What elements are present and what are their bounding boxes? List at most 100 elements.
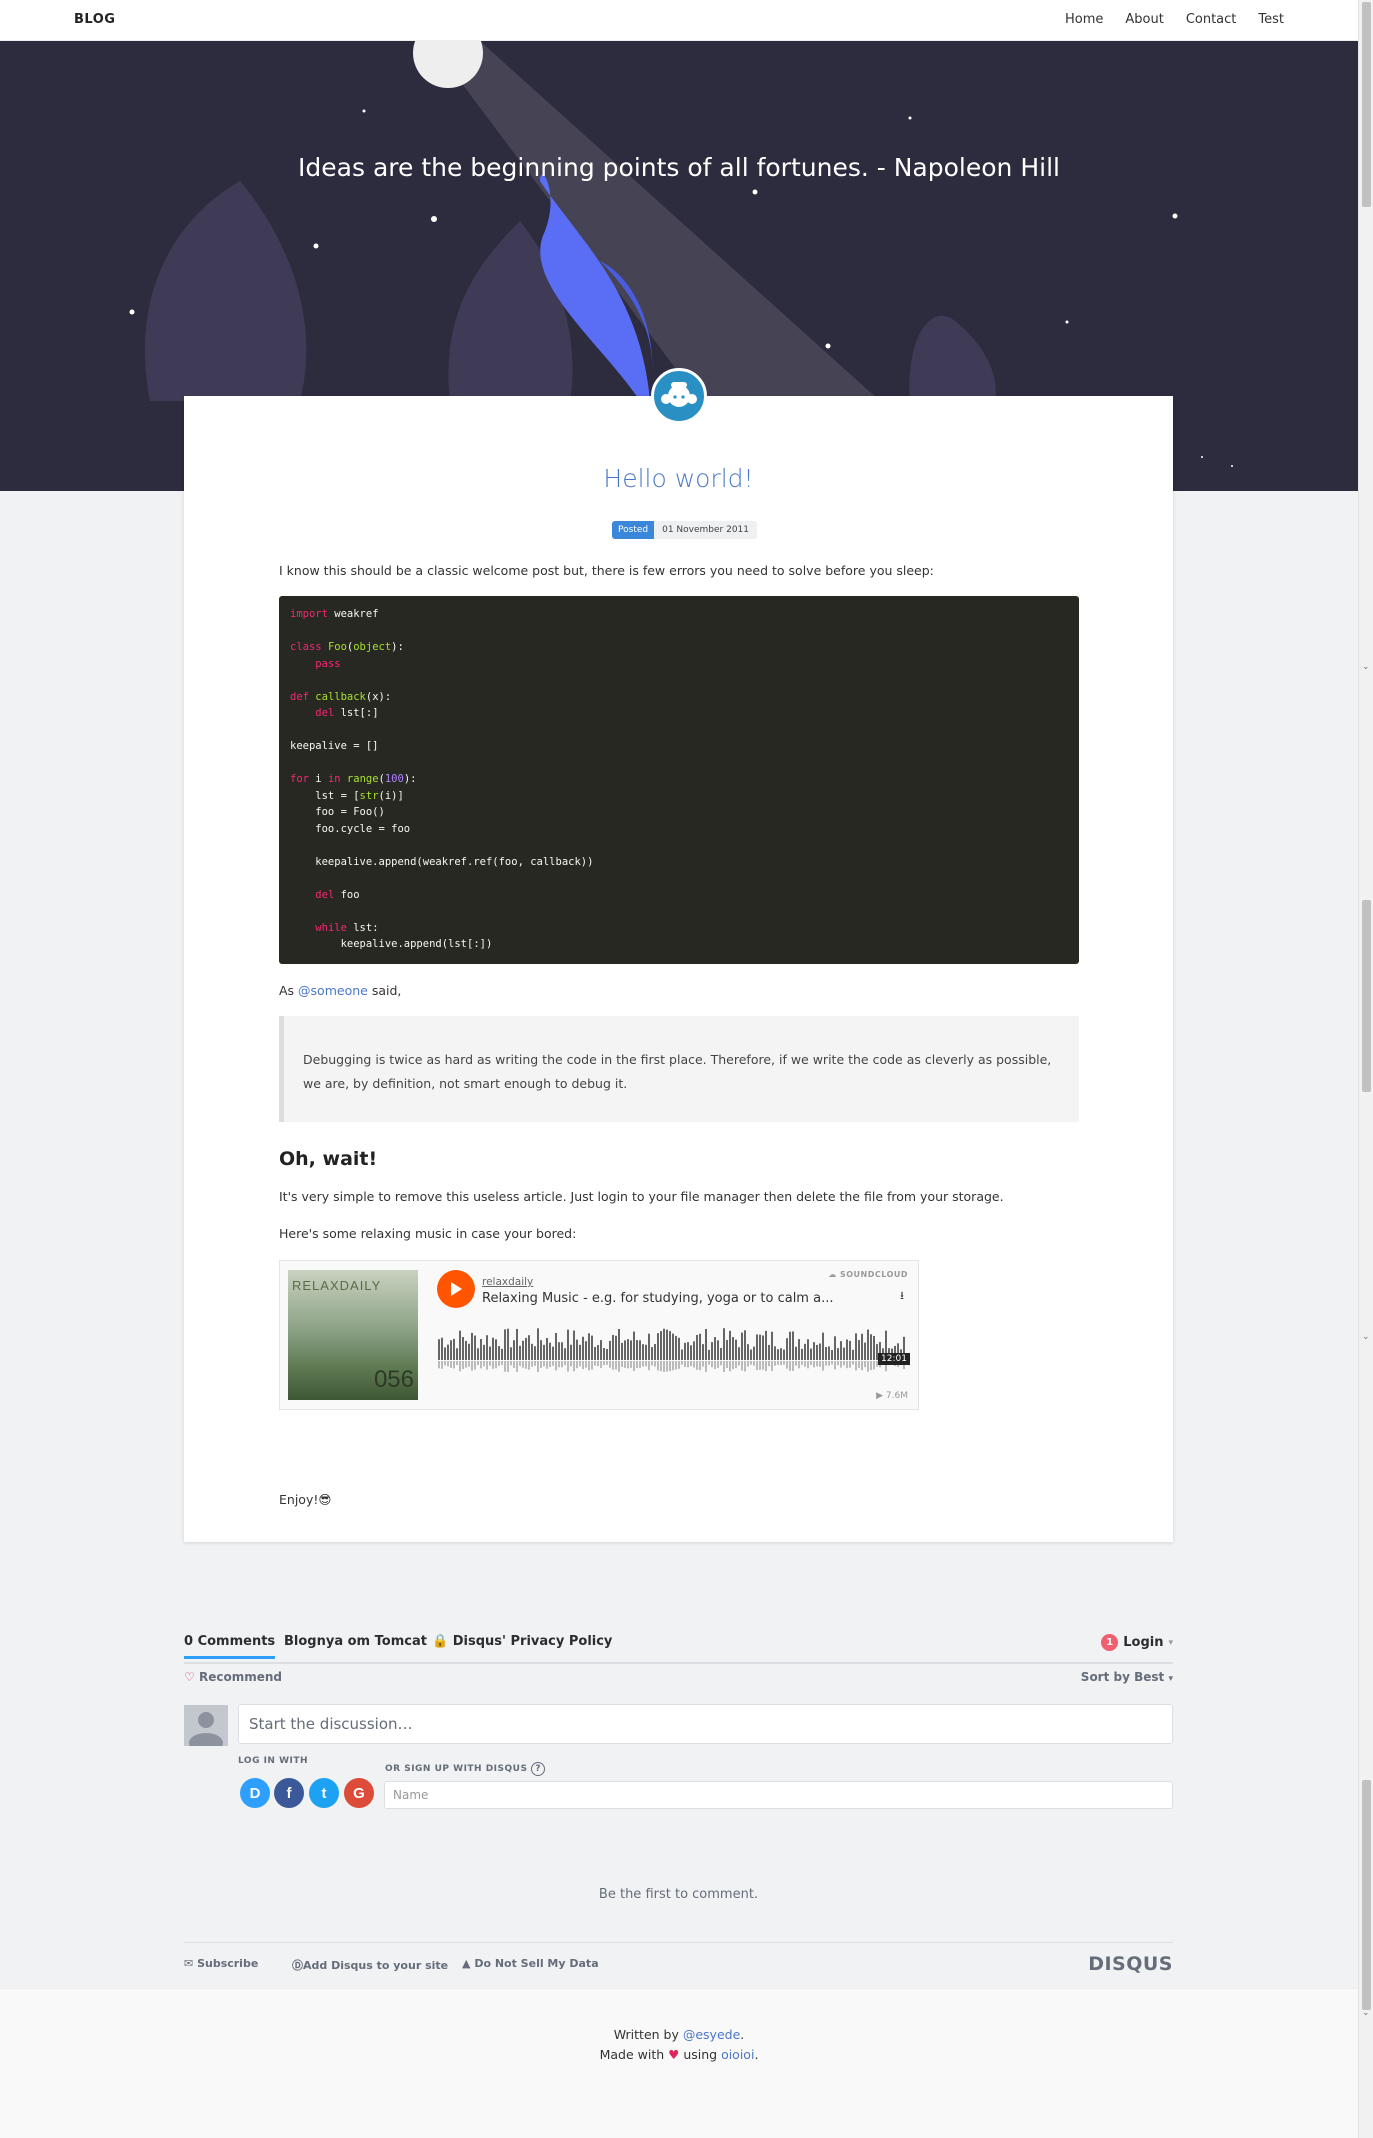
- help-icon[interactable]: ?: [531, 1762, 546, 1776]
- waveform-bar: [516, 1328, 518, 1360]
- waveform-bar: [648, 1333, 650, 1360]
- notification-badge: 1: [1101, 1634, 1119, 1651]
- waveform[interactable]: [438, 1328, 908, 1378]
- google-login-icon[interactable]: G: [344, 1778, 374, 1808]
- waveform-bar: [540, 1340, 542, 1360]
- waveform-reflection: [792, 1361, 794, 1371]
- author-link[interactable]: @esyede: [683, 2027, 740, 2042]
- nav-home[interactable]: Home: [1065, 12, 1103, 27]
- waveform-bar: [624, 1340, 626, 1360]
- page-scrollbar[interactable]: ⌄ ⌄ ⌄: [1358, 0, 1373, 2138]
- waveform-bar: [636, 1340, 638, 1360]
- waveform-bar: [780, 1348, 782, 1360]
- code-block: import weakref class Foo(object): pass d…: [279, 596, 1079, 964]
- chevron-down-icon[interactable]: ⌄: [1362, 1332, 1370, 1342]
- brand-link[interactable]: BLOG: [74, 12, 115, 27]
- waveform-bar: [597, 1345, 599, 1360]
- scroll-thumb-top[interactable]: [1362, 2, 1371, 207]
- waveform-reflection: [657, 1361, 659, 1371]
- waveform-bar: [507, 1328, 509, 1360]
- play-button[interactable]: [437, 1270, 475, 1308]
- waveform-bar: [789, 1331, 791, 1360]
- waveform-reflection: [693, 1361, 695, 1368]
- disqus-tabs: 0 Comments Blognya om Tomcat 🔒 Disqus' P…: [184, 1632, 1173, 1664]
- waveform-reflection: [597, 1361, 599, 1367]
- waveform-bar: [606, 1348, 608, 1360]
- waveform-bar: [579, 1344, 581, 1360]
- scroll-thumb-mid[interactable]: [1362, 900, 1371, 1092]
- disqus-footer: ✉ Subscribe ⒹAdd Disqus to your site ▲ D…: [184, 1942, 1173, 1976]
- waveform-bar: [732, 1337, 734, 1360]
- name-field[interactable]: Name: [384, 1781, 1173, 1809]
- nav-contact[interactable]: Contact: [1186, 12, 1237, 27]
- waveform-bar: [564, 1348, 566, 1360]
- waveform-bar: [456, 1348, 458, 1360]
- waveform-reflection: [447, 1361, 449, 1367]
- track-artwork[interactable]: RELAXDAILY 056: [288, 1270, 418, 1400]
- post-title[interactable]: Hello world!: [184, 464, 1173, 493]
- waveform-bar: [528, 1335, 530, 1360]
- disqus-login-icon[interactable]: D: [240, 1778, 270, 1808]
- waveform-bar: [711, 1342, 713, 1360]
- waveform-reflection: [804, 1361, 806, 1367]
- waveform-reflection: [819, 1361, 821, 1367]
- login-button[interactable]: 1 Login ▾: [1101, 1634, 1173, 1651]
- track-user-link[interactable]: relaxdaily: [482, 1276, 533, 1288]
- waveform-bar: [525, 1337, 527, 1360]
- waveform-bar: [468, 1343, 470, 1360]
- waveform-bar: [696, 1334, 698, 1360]
- waveform-bar: [849, 1340, 851, 1360]
- twitter-login-icon[interactable]: t: [309, 1778, 339, 1808]
- waveform-bar: [552, 1346, 554, 1360]
- waveform-bar: [786, 1338, 788, 1360]
- waveform-reflection: [660, 1361, 662, 1372]
- waveform-bar: [843, 1347, 845, 1360]
- scroll-thumb-bottom[interactable]: [1362, 1780, 1371, 2010]
- soundcloud-logo[interactable]: ☁ SOUNDCLOUD: [828, 1270, 908, 1279]
- waveform-bar: [756, 1334, 758, 1360]
- subscribe-link[interactable]: ✉ Subscribe: [184, 1957, 258, 1970]
- waveform-bar: [489, 1346, 491, 1360]
- tool-link[interactable]: oioioi: [721, 2047, 754, 2062]
- waveform-bar: [441, 1337, 443, 1360]
- waveform-reflection: [822, 1361, 824, 1371]
- chevron-down-icon[interactable]: ⌄: [1362, 2008, 1370, 2018]
- waveform-reflection: [477, 1361, 479, 1366]
- waveform-bar: [627, 1339, 629, 1360]
- nav-test[interactable]: Test: [1258, 12, 1284, 27]
- waveform-reflection: [780, 1361, 782, 1366]
- waveform-reflection: [462, 1361, 464, 1370]
- waveform-reflection: [651, 1361, 653, 1366]
- comment-input[interactable]: Start the discussion…: [238, 1704, 1173, 1744]
- disqus-logo[interactable]: DISQUS: [1088, 1953, 1173, 1975]
- waveform-bar: [531, 1343, 533, 1360]
- as-prefix: As: [279, 983, 299, 998]
- waveform-reflection: [675, 1361, 677, 1370]
- soundcloud-logo-text: SOUNDCLOUD: [839, 1270, 908, 1279]
- waveform-reflection: [588, 1361, 590, 1371]
- tab-community[interactable]: Blognya om Tomcat: [284, 1634, 427, 1649]
- sort-dropdown[interactable]: Sort by Best ▾: [1081, 1670, 1173, 1684]
- track-title-link[interactable]: Relaxing Music - e.g. for studying, yoga…: [482, 1291, 833, 1306]
- tab-privacy[interactable]: 🔒 Disqus' Privacy Policy: [432, 1634, 612, 1649]
- recommend-button[interactable]: ♡ Recommend: [184, 1670, 282, 1684]
- tab-comments[interactable]: 0 Comments: [184, 1634, 276, 1659]
- waveform-reflection: [828, 1361, 830, 1366]
- do-not-sell-link[interactable]: ▲ Do Not Sell My Data: [462, 1957, 599, 1970]
- add-disqus-label: Add Disqus to your site: [303, 1959, 449, 1972]
- waveform-reflection: [714, 1361, 716, 1370]
- mention-link[interactable]: @someone: [298, 983, 368, 998]
- waveform-reflection: [753, 1361, 755, 1366]
- download-icon[interactable]: ⭳: [900, 1287, 904, 1306]
- waveform-reflection: [834, 1361, 836, 1370]
- waveform-bar: [762, 1335, 764, 1360]
- waveform-bar: [486, 1335, 488, 1360]
- nav-about[interactable]: About: [1125, 12, 1163, 27]
- facebook-login-icon[interactable]: f: [274, 1778, 304, 1808]
- waveform-bar: [630, 1340, 632, 1360]
- author-avatar: [651, 368, 707, 424]
- chevron-down-icon[interactable]: ⌄: [1362, 662, 1370, 672]
- sign-up-label: OR SIGN UP WITH DISQUS ?: [385, 1762, 546, 1776]
- waveform-reflection: [861, 1361, 863, 1371]
- add-disqus-link[interactable]: ⒹAdd Disqus to your site: [292, 1957, 448, 1973]
